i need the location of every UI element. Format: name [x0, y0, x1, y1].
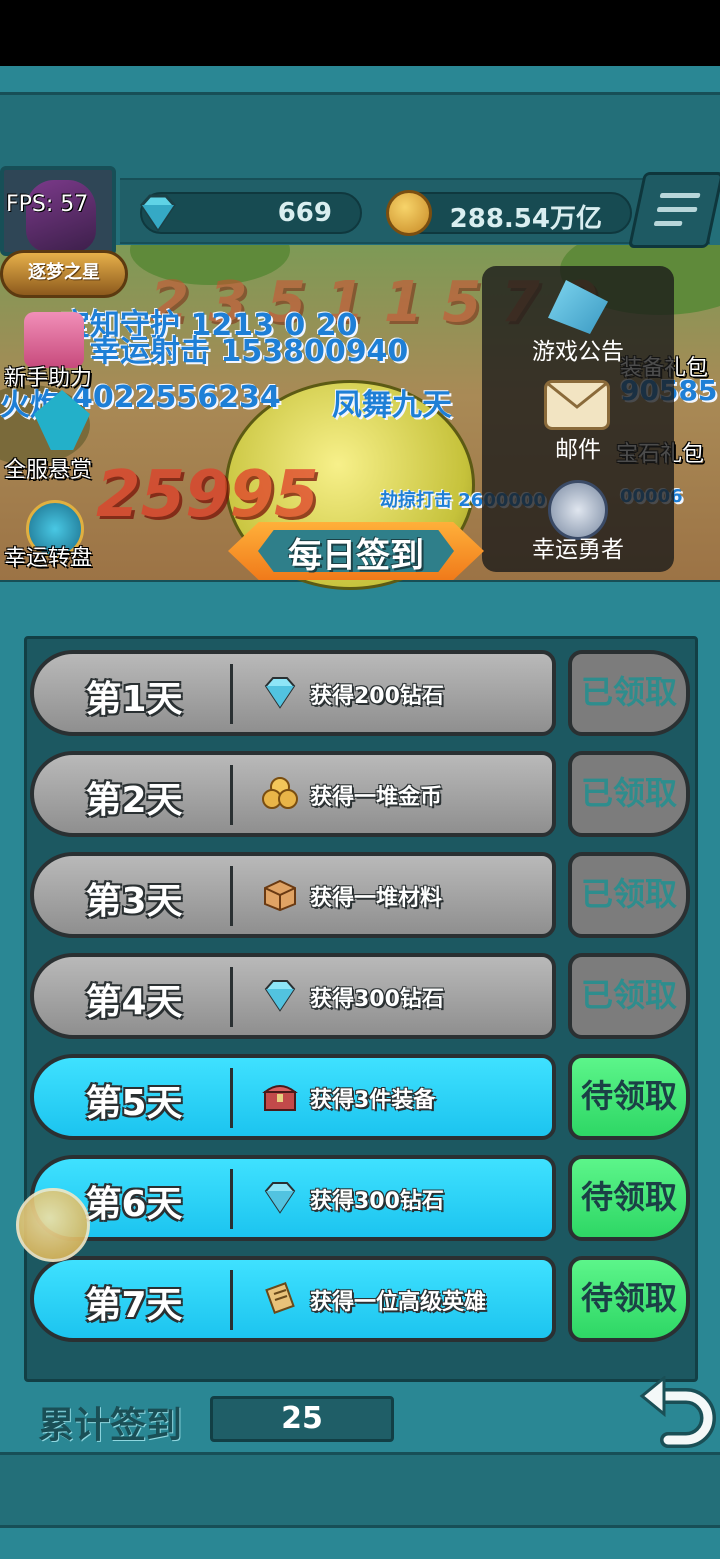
row-divider: [230, 1169, 233, 1229]
row-divider: [230, 967, 233, 1027]
day-label: 第3天: [85, 881, 183, 922]
total-checkin-value: 25: [210, 1396, 394, 1442]
fps-counter: FPS: 57: [6, 192, 89, 217]
coin-pile-icon: [262, 775, 298, 811]
row-divider: [230, 1270, 233, 1330]
claimed-button: 已领取: [568, 852, 690, 938]
skill-name-3: 凤舞九天: [332, 388, 452, 423]
day-label: 第5天: [85, 1083, 183, 1124]
total-checkin-label: 累计签到: [38, 1405, 183, 1446]
claim-button[interactable]: 待领取: [568, 1155, 690, 1241]
status-bar: [0, 0, 720, 66]
row-divider: [230, 1068, 233, 1128]
bottom-panel: [0, 1452, 720, 1528]
gold-coin-icon: [386, 190, 432, 236]
diamond-counter: 669: [140, 192, 362, 234]
announcement-button[interactable]: 游戏公告: [482, 332, 674, 366]
reward-label: 获得300钻石: [310, 987, 444, 1012]
checkin-row: 第6天 获得300钻石: [30, 1155, 556, 1241]
row-divider: [230, 765, 233, 825]
title-banner: 每日签到: [228, 516, 484, 586]
day-label: 第7天: [85, 1285, 183, 1326]
server-bounty-button[interactable]: 全服悬赏: [4, 452, 92, 484]
main-menu-button[interactable]: [627, 172, 720, 248]
claimed-button: 已领取: [568, 953, 690, 1039]
diamond-icon: [140, 194, 176, 232]
assistant-float-icon[interactable]: [16, 1188, 90, 1262]
claimed-button: 已领取: [568, 650, 690, 736]
day-label: 第2天: [85, 780, 183, 821]
checkin-row: 第5天 获得3件装备: [30, 1054, 556, 1140]
mail-button[interactable]: 邮件: [482, 430, 674, 464]
checkin-row: 第7天 获得一位高级英雄: [30, 1256, 556, 1342]
diamond-icon: [262, 977, 298, 1013]
lucky-wheel-button[interactable]: 幸运转盘: [4, 540, 92, 572]
claim-button[interactable]: 待领取: [568, 1256, 690, 1342]
skill-damage-1: 幸运射击 153800940: [90, 334, 409, 369]
reward-label: 获得一位高级英雄: [310, 1290, 487, 1315]
rank-badge: 逐梦之星: [0, 250, 128, 298]
diamond-icon: [262, 1179, 298, 1215]
reward-label: 获得3件装备: [310, 1088, 436, 1113]
scroll-icon: [262, 1280, 298, 1316]
reward-label: 获得300钻石: [310, 1189, 444, 1214]
row-divider: [230, 664, 233, 724]
claimed-button: 已领取: [568, 751, 690, 837]
checkin-row: 第1天 获得200钻石: [30, 650, 556, 736]
dialog-title: 每日签到: [288, 536, 424, 576]
checkin-row: 第3天 获得一堆材料: [30, 852, 556, 938]
reward-label: 获得一堆材料: [310, 886, 443, 911]
lucky-hero-button[interactable]: 幸运勇者: [482, 530, 674, 564]
row-divider: [230, 866, 233, 926]
checkin-row: 第4天 获得300钻石: [30, 953, 556, 1039]
newbie-help-button[interactable]: 新手助力: [4, 360, 92, 392]
gold-counter: 288.54万亿: [386, 190, 632, 236]
back-arrow-icon[interactable]: [638, 1376, 718, 1448]
diamond-value: 669: [277, 198, 332, 228]
reward-label: 获得一堆金币: [310, 785, 443, 810]
material-box-icon: [262, 876, 298, 912]
mail-icon[interactable]: [544, 380, 610, 430]
treasure-chest-icon: [262, 1078, 298, 1114]
day-label: 第1天: [85, 679, 183, 720]
day-label: 第4天: [85, 982, 183, 1023]
claim-button[interactable]: 待领取: [568, 1054, 690, 1140]
skill-damage-2: 4022556234: [72, 380, 281, 415]
reward-label: 获得200钻石: [310, 684, 444, 709]
diamond-icon: [262, 674, 298, 710]
gold-value: 288.54万亿: [449, 204, 602, 234]
checkin-row: 第2天 获得一堆金币: [30, 751, 556, 837]
